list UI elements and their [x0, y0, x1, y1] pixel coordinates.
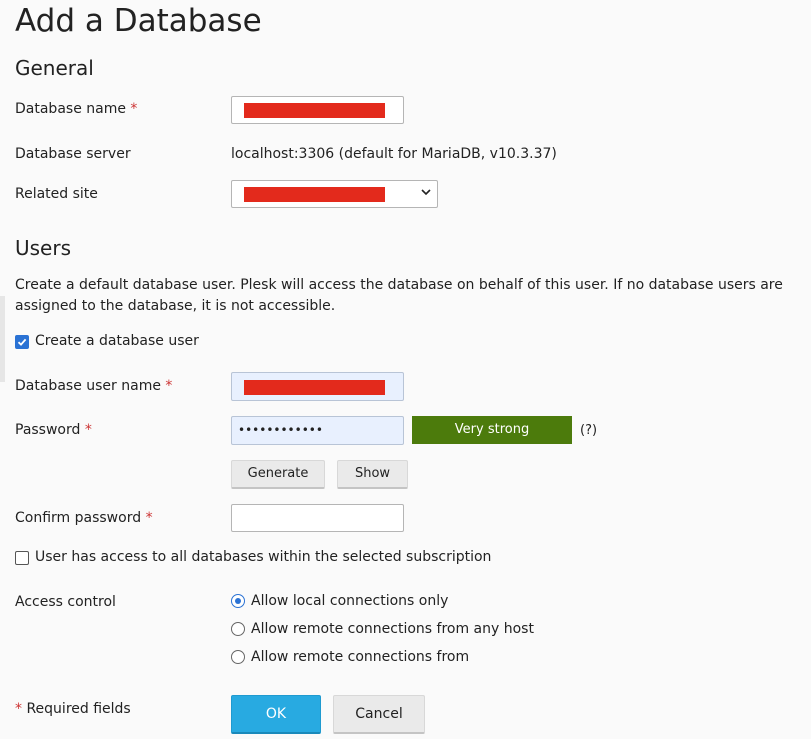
ok-button[interactable]: OK: [231, 695, 321, 734]
database-server-label: Database server: [15, 146, 131, 162]
access-option-label: Allow remote connections from any host: [251, 621, 534, 637]
required-fields-note: * Required fields: [15, 701, 131, 717]
database-name-label: Database name *: [15, 101, 138, 117]
create-user-label: Create a database user: [35, 333, 199, 349]
generate-button[interactable]: Generate: [231, 460, 325, 489]
user-name-input[interactable]: [231, 372, 404, 401]
access-option-local[interactable]: Allow local connections only: [231, 593, 491, 610]
access-option-label: Allow local connections only: [251, 593, 449, 609]
access-radio-any-host[interactable]: [231, 622, 245, 636]
access-option-label: Allow remote connections from: [251, 649, 470, 665]
access-option-any-host[interactable]: Allow remote connections from any host: [231, 621, 534, 638]
create-user-checkbox[interactable]: [15, 335, 29, 349]
related-site-select[interactable]: [231, 180, 438, 208]
redacted-value: [244, 187, 385, 202]
users-description: Create a default database user. Plesk wi…: [15, 277, 783, 314]
confirm-password-label: Confirm password *: [15, 510, 153, 526]
create-user-option[interactable]: Create a database user: [15, 333, 199, 351]
related-site-label: Related site: [15, 186, 98, 202]
confirm-password-input[interactable]: [231, 504, 404, 532]
redacted-value: [244, 103, 385, 118]
show-password-button[interactable]: Show: [337, 460, 408, 489]
checkmark-icon: [17, 338, 27, 346]
all-access-label: User has access to all databases within …: [35, 549, 492, 565]
access-control-label: Access control: [15, 594, 116, 610]
password-strength-indicator: Very strong: [412, 416, 572, 444]
redacted-value: [244, 380, 385, 395]
general-heading: General: [15, 56, 94, 80]
access-radio-local[interactable]: [231, 594, 245, 608]
page-title: Add a Database: [15, 3, 262, 39]
database-server-value: localhost:3306 (default for MariaDB, v10…: [231, 146, 557, 162]
all-access-checkbox[interactable]: [15, 551, 29, 565]
database-name-input[interactable]: [231, 96, 404, 124]
users-heading: Users: [15, 236, 72, 260]
password-input[interactable]: ••••••••••••: [231, 416, 404, 445]
user-name-label: Database user name *: [15, 378, 173, 394]
cancel-button[interactable]: Cancel: [333, 695, 425, 734]
chevron-down-icon: [421, 189, 431, 196]
access-radio-from[interactable]: [231, 650, 245, 664]
password-label: Password *: [15, 422, 92, 438]
strength-help-link[interactable]: (?): [580, 423, 597, 438]
password-dots: ••••••••••••: [238, 423, 323, 437]
access-option-from[interactable]: Allow remote connections from: [231, 649, 491, 666]
all-access-option[interactable]: User has access to all databases within …: [15, 549, 491, 567]
left-edge-handle: [0, 296, 5, 382]
